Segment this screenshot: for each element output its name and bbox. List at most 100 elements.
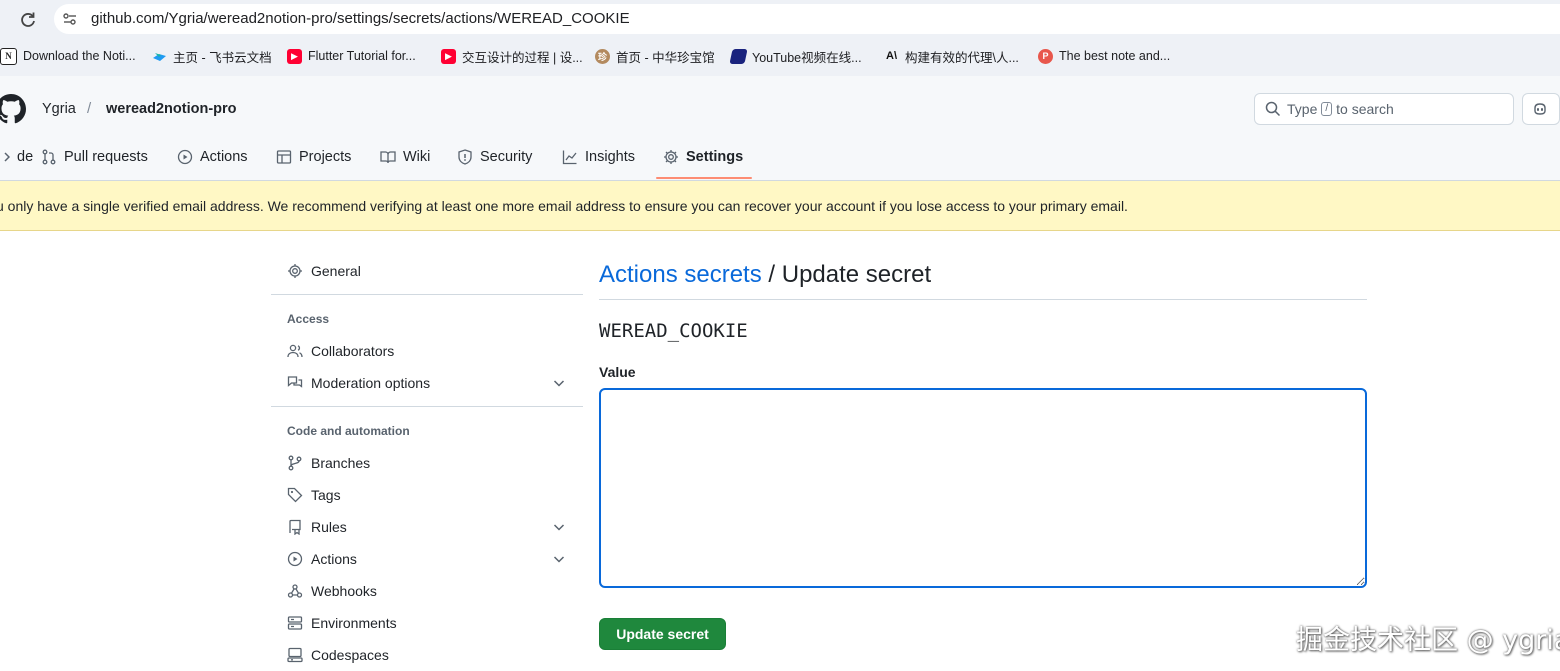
play-icon: [287, 551, 303, 567]
sidebar-item-label: Branches: [311, 455, 371, 471]
bookmark-item[interactable]: P The best note and...: [1038, 47, 1170, 65]
title-separator: /: [761, 261, 782, 288]
value-label: Value: [599, 364, 636, 380]
bookmark-item[interactable]: ▶ 交互设计的过程 | 设...: [441, 47, 583, 65]
bookmark-label: The best note and...: [1059, 49, 1171, 63]
tab-actions[interactable]: Actions: [177, 145, 248, 169]
bookmark-item[interactable]: 珍 首页 - 中华珍宝馆: [595, 47, 715, 65]
tab-label: Pull requests: [64, 149, 148, 165]
code-icon: [4, 152, 10, 162]
sidebar-item-collaborators[interactable]: Collaborators: [287, 341, 394, 361]
sidebar-item-label: Tags: [311, 487, 341, 503]
sidebar-item-label: Rules: [311, 519, 347, 535]
bookmark-item[interactable]: 主页 - 飞书云文档: [152, 47, 272, 65]
sidebar-item-label: Actions: [311, 551, 357, 567]
sidebar-divider: [271, 406, 583, 407]
sidebar-divider: [271, 294, 583, 295]
bookmark-label: Flutter Tutorial for...: [308, 49, 416, 63]
feishu-icon: [152, 49, 167, 64]
youtube-icon: ▶: [287, 48, 302, 64]
actions-secrets-link[interactable]: Actions secrets: [599, 261, 762, 288]
search-icon: [1265, 101, 1281, 117]
reload-icon[interactable]: [18, 10, 38, 30]
address-url[interactable]: github.com/Ygria/weread2notion-pro/setti…: [91, 10, 630, 27]
tag-icon: [287, 487, 303, 503]
git-branch-icon: [288, 455, 302, 471]
tab-label: Projects: [299, 149, 352, 165]
tab-settings[interactable]: Settings: [663, 145, 743, 169]
bookmark-label: Download the Noti...: [23, 49, 136, 63]
bookmark-label: YouTube视频在线...: [752, 50, 862, 65]
sidebar-item-tags[interactable]: Tags: [287, 485, 341, 505]
bookmark-item[interactable]: YouTube视频在线...: [729, 47, 862, 65]
bookmark-item[interactable]: ▶ Flutter Tutorial for...: [287, 47, 416, 65]
comment-discussion-icon: [287, 376, 303, 388]
repo-name-link[interactable]: weread2notion-pro: [106, 101, 237, 117]
bookmark-label: 构建有效的代理\人...: [905, 50, 1019, 65]
git-pull-request-icon: [42, 149, 56, 165]
flash-message: u only have a single verified email addr…: [0, 198, 1128, 214]
github-logo-icon[interactable]: [0, 94, 26, 124]
sidebar-item-moderation-options[interactable]: Moderation options: [287, 373, 430, 393]
active-tab-indicator: [656, 177, 752, 179]
tab-code[interactable]: de: [0, 145, 33, 169]
tab-wiki[interactable]: Wiki: [380, 145, 430, 169]
title-divider: [599, 299, 1367, 300]
tab-label: Actions: [200, 149, 248, 165]
bookmark-label: 主页 - 飞书云文档: [173, 50, 272, 65]
notion-icon: N: [0, 47, 17, 65]
p-icon: P: [1038, 48, 1053, 64]
table-icon: [276, 150, 292, 164]
sidebar-item-branches[interactable]: Branches: [287, 453, 370, 473]
graph-icon: [562, 150, 577, 165]
play-icon: [177, 149, 193, 165]
secret-name: WEREAD_COOKIE: [599, 320, 748, 342]
search-placeholder: Type / to search: [1287, 101, 1394, 117]
sidebar-heading-access: Access: [287, 312, 330, 326]
search-input[interactable]: Type / to search: [1254, 93, 1514, 125]
sidebar-item-codespaces[interactable]: Codespaces: [287, 645, 389, 665]
bookmark-item[interactable]: A\ 构建有效的代理\人...: [884, 47, 1019, 65]
tab-security[interactable]: Security: [457, 145, 532, 169]
sidebar-heading-code-automation: Code and automation: [287, 424, 410, 438]
sidebar-item-actions[interactable]: Actions: [287, 549, 357, 569]
sidebar-item-general[interactable]: General: [287, 261, 361, 281]
copilot-button[interactable]: [1522, 93, 1560, 125]
webhook-icon: [287, 584, 303, 598]
search-suffix: to search: [1336, 101, 1394, 117]
page-title-text: Update secret: [781, 261, 932, 288]
sidebar-item-label: Codespaces: [311, 647, 389, 663]
sidebar-item-rules[interactable]: Rules: [287, 517, 347, 537]
bookmark-item[interactable]: N Download the Noti...: [0, 47, 136, 65]
tab-projects[interactable]: Projects: [276, 145, 351, 169]
anthropic-icon: A\: [886, 50, 897, 62]
update-secret-button[interactable]: Update secret: [599, 618, 726, 650]
watermark: 掘金技术社区 @ ygria: [1296, 625, 1560, 656]
chevron-down-icon[interactable]: [552, 376, 566, 390]
chevron-down-icon[interactable]: [552, 520, 566, 534]
bookmark-label: 首页 - 中华珍宝馆: [616, 50, 715, 65]
tab-label: Insights: [585, 149, 635, 165]
search-shortcut-key: /: [1321, 102, 1333, 116]
search-prefix: Type: [1287, 101, 1318, 117]
flag-icon: [729, 48, 748, 64]
museum-icon: 珍: [595, 48, 610, 64]
book-icon: [380, 151, 396, 164]
bookmark-label: 交互设计的过程 | 设...: [462, 50, 583, 65]
breadcrumb-separator: /: [87, 100, 92, 117]
sidebar-item-label: Webhooks: [311, 583, 377, 599]
page-title: Actions secrets / Update secret: [599, 261, 931, 289]
tab-label: Wiki: [403, 149, 431, 165]
secret-value-field[interactable]: [599, 388, 1367, 588]
sidebar-item-webhooks[interactable]: Webhooks: [287, 581, 377, 601]
tab-insights[interactable]: Insights: [562, 145, 635, 169]
site-settings-icon[interactable]: [62, 11, 78, 27]
bookmarks-bar: N Download the Noti... 主页 - 飞书云文档 ▶ Flut…: [0, 40, 1560, 72]
repo-push-icon: [289, 519, 301, 535]
chevron-down-icon[interactable]: [552, 552, 566, 566]
tab-pull-requests[interactable]: Pull requests: [41, 145, 148, 169]
sidebar-item-environments[interactable]: Environments: [287, 613, 397, 633]
repo-owner-link[interactable]: Ygria: [42, 101, 76, 117]
tab-label: Settings: [686, 149, 744, 165]
gear-icon: [664, 150, 678, 164]
